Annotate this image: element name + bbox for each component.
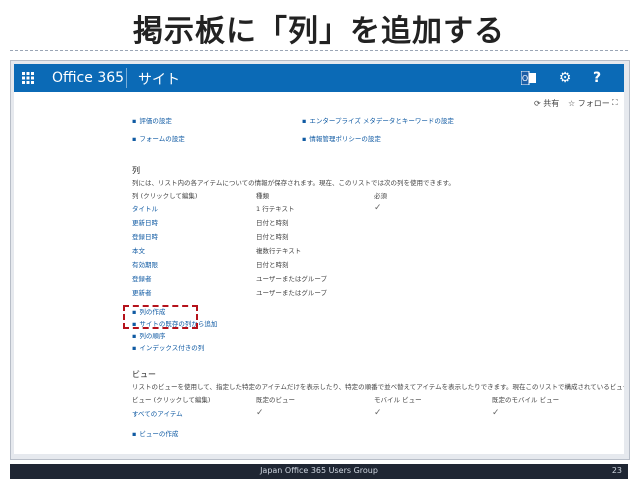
footer-text: Japan Office 365 Users Group bbox=[260, 466, 378, 475]
mobile-view-check-icon: ✓ bbox=[374, 408, 382, 418]
column-row-name[interactable]: 登録日時 bbox=[132, 233, 158, 242]
gear-icon[interactable]: ⚙ bbox=[550, 64, 580, 92]
view-header-default: 既定のビュー bbox=[256, 396, 295, 404]
action-bar: ⟳ 共有 ☆ フォロー ⛶ bbox=[14, 96, 624, 110]
view-header-default-mobile: 既定のモバイル ビュー bbox=[492, 396, 560, 404]
page-number: 23 bbox=[611, 466, 622, 475]
svg-text:O: O bbox=[522, 74, 528, 83]
share-icon: ⟳ bbox=[534, 99, 541, 108]
column-row-type: ユーザーまたはグループ bbox=[256, 275, 327, 283]
default-mobile-view-check-icon: ✓ bbox=[492, 408, 500, 418]
view-header-mobile: モバイル ビュー bbox=[374, 396, 422, 404]
site-name[interactable]: サイト bbox=[138, 69, 180, 89]
view-header-name: ビュー (クリックして編集) bbox=[132, 396, 211, 404]
bullet-icon: ▪ bbox=[132, 332, 137, 340]
brand-name[interactable]: Office 365 bbox=[52, 70, 124, 86]
bullet-icon: ▪ bbox=[302, 135, 307, 143]
columns-description: 列には、リスト内の各アイテムについての情報が保存されます。現在、このリストでは次… bbox=[132, 179, 455, 187]
column-order-link[interactable]: ▪ 列の順序 bbox=[132, 332, 165, 341]
column-row-name[interactable]: 有効期限 bbox=[132, 261, 158, 270]
bullet-icon: ▪ bbox=[132, 117, 137, 125]
columns-heading: 列 bbox=[132, 166, 140, 175]
sharepoint-window: Office 365 サイト O ⚙ ? ⟳ 共有 ☆ フォロー ⛶ ▪ 評価の設… bbox=[14, 64, 624, 454]
waffle-icon[interactable] bbox=[14, 64, 42, 92]
star-icon: ☆ bbox=[568, 99, 576, 108]
indexed-columns-link[interactable]: ▪ インデックス付きの列 bbox=[132, 344, 204, 353]
col-header-name: 列 (クリックして編集) bbox=[132, 192, 198, 200]
slide-title: 掲示板に「列」を追加する bbox=[133, 14, 505, 49]
bullet-icon: ▪ bbox=[132, 135, 137, 143]
views-description: リストのビューを使用して、指定した特定のアイテムだけを表示したり、特定の順番で並… bbox=[132, 383, 624, 391]
bullet-icon: ▪ bbox=[132, 344, 137, 352]
column-row-type: 日付と時刻 bbox=[256, 219, 289, 227]
share-label: 共有 bbox=[543, 99, 560, 108]
default-view-check-icon: ✓ bbox=[256, 408, 264, 418]
column-row-name[interactable]: タイトル bbox=[132, 205, 158, 214]
bullet-icon: ▪ bbox=[132, 430, 137, 438]
column-row-name[interactable]: 本文 bbox=[132, 247, 145, 256]
column-row-type: 1 行テキスト bbox=[256, 205, 295, 213]
rating-settings-link[interactable]: ▪ 評価の設定 bbox=[132, 117, 172, 126]
bullet-icon: ▪ bbox=[302, 117, 307, 125]
form-settings-link[interactable]: ▪ フォームの設定 bbox=[132, 135, 185, 144]
slide-footer: Japan Office 365 Users Group 23 bbox=[10, 464, 628, 479]
follow-label: フォロー bbox=[577, 99, 610, 108]
column-row-name[interactable]: 更新日時 bbox=[132, 219, 158, 228]
column-row-type: 日付と時刻 bbox=[256, 261, 289, 269]
column-row-type: 日付と時刻 bbox=[256, 233, 289, 241]
outlook-icon[interactable]: O bbox=[514, 64, 544, 92]
column-row-type: ユーザーまたはグループ bbox=[256, 289, 327, 297]
column-row-name[interactable]: 更新者 bbox=[132, 289, 152, 298]
col-header-type: 種類 bbox=[256, 192, 269, 200]
topbar-divider bbox=[126, 68, 127, 88]
col-header-required: 必須 bbox=[374, 192, 387, 200]
highlight-create-column bbox=[123, 305, 198, 329]
help-icon[interactable]: ? bbox=[582, 64, 612, 92]
views-heading: ビュー bbox=[132, 370, 156, 379]
follow-action[interactable]: ☆ フォロー bbox=[568, 98, 610, 109]
title-divider bbox=[10, 50, 628, 51]
info-policy-link[interactable]: ▪ 情報管理ポリシーの設定 bbox=[302, 135, 381, 144]
view-row-name[interactable]: すべてのアイテム bbox=[132, 410, 183, 419]
required-check-icon: ✓ bbox=[374, 203, 382, 213]
column-row-name[interactable]: 登録者 bbox=[132, 275, 152, 284]
focus-icon[interactable]: ⛶ bbox=[612, 98, 618, 108]
share-action[interactable]: ⟳ 共有 bbox=[534, 98, 559, 109]
create-view-link[interactable]: ▪ ビューの作成 bbox=[132, 430, 178, 439]
enterprise-metadata-link[interactable]: ▪ エンタープライズ メタデータとキーワードの設定 bbox=[302, 117, 454, 126]
suite-bar: Office 365 サイト O ⚙ ? bbox=[14, 64, 624, 92]
column-row-type: 複数行テキスト bbox=[256, 247, 302, 255]
